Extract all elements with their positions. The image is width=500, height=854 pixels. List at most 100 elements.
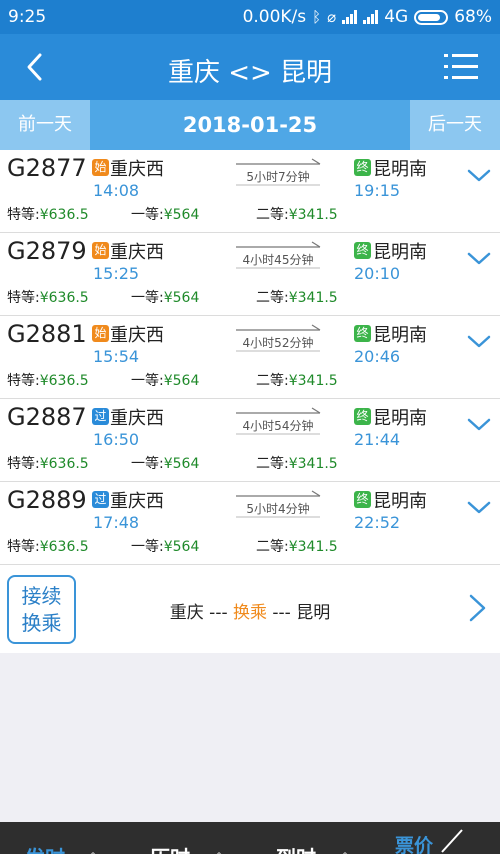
price-label: 二等: — [256, 539, 289, 555]
nav-bar: 重庆 <> 昆明 — [0, 34, 500, 100]
depart-station: 重庆西 — [110, 242, 164, 263]
duration-text: 5小时7分钟 — [246, 170, 310, 184]
battery-level: 68% — [454, 7, 492, 27]
sort-caret-icon: ⌃ — [214, 850, 224, 854]
arrive-time: 19:15 — [354, 181, 401, 200]
price-label: 一等: — [131, 290, 164, 306]
chevron-down-icon[interactable] — [466, 498, 492, 518]
terminal-tag: 终 — [354, 408, 371, 425]
selected-date[interactable]: 2018-01-25 — [90, 100, 410, 150]
price-label: 特等: — [7, 456, 40, 472]
train-row[interactable]: G2877 始重庆西 14:08 5小时7分钟 终昆明南 19:15 特等:¥636.5 一等… — [0, 150, 500, 233]
sort-depart-button[interactable]: 发时 — [25, 842, 65, 854]
price-label: 二等: — [256, 290, 289, 306]
price-label: 二等: — [256, 456, 289, 472]
price-label: 特等: — [7, 373, 40, 389]
price-value: ¥564 — [163, 207, 200, 223]
depart-station: 重庆西 — [110, 408, 164, 429]
business-class-price: 特等:¥636.5 — [7, 204, 89, 224]
price-value: ¥341.5 — [288, 539, 338, 555]
price-label: 二等: — [256, 207, 289, 223]
bluetooth-icon: ᛒ — [312, 8, 322, 26]
sort-price-button[interactable]: 票价 — [395, 831, 433, 854]
duration-indicator: 5小时7分钟 — [232, 156, 324, 186]
next-day-button[interactable]: 后一天 — [410, 100, 500, 150]
price-value: ¥341.5 — [288, 373, 338, 389]
origin-tag: 过 — [92, 491, 109, 508]
second-class-price: 二等:¥341.5 — [256, 370, 338, 390]
arrive-station: 昆明南 — [373, 159, 427, 180]
duration-text: 4小时54分钟 — [242, 419, 314, 433]
terminal-tag: 终 — [354, 159, 371, 176]
price-value: ¥636.5 — [39, 539, 89, 555]
sort-caret-icon: ⌃ — [88, 850, 98, 854]
arrive-time: 20:46 — [354, 347, 401, 366]
price-label: 一等: — [131, 207, 164, 223]
arrive-time: 22:52 — [354, 513, 401, 532]
vibrate-icon: ⌀ — [327, 8, 337, 26]
depart-station: 重庆西 — [110, 159, 164, 180]
price-label: 一等: — [131, 373, 164, 389]
duration-indicator: 4小时54分钟 — [232, 405, 324, 435]
train-row[interactable]: G2889 过重庆西 17:48 5小时4分钟 终昆明南 22:52 特等:¥636.5 一等… — [0, 482, 500, 565]
terminal-tag: 终 — [354, 491, 371, 508]
list-menu-icon[interactable] — [444, 51, 478, 83]
train-number: G2887 — [7, 403, 87, 431]
arrive-time: 20:10 — [354, 264, 401, 283]
depart-time: 14:08 — [93, 181, 140, 200]
chevron-down-icon[interactable] — [466, 332, 492, 352]
train-list: G2877 始重庆西 14:08 5小时7分钟终昆明南 19:15 特等:¥636.5 一等… — [0, 150, 500, 653]
first-class-price: 一等:¥564 — [131, 370, 199, 390]
prev-day-button[interactable]: 前一天 — [0, 100, 90, 150]
status-indicators: 0.00K/s ᛒ ⌀ 4G 68% — [243, 7, 492, 27]
status-bar: 9:25 0.00K/s ᛒ ⌀ 4G 68% — [0, 0, 500, 34]
route-separator: --- — [267, 603, 297, 623]
train-number: G2881 — [7, 320, 87, 348]
signal-icon — [363, 10, 379, 24]
business-class-price: 特等:¥636.5 — [7, 536, 89, 556]
arrive-station: 昆明南 — [373, 408, 427, 429]
route-separator: --- — [203, 603, 233, 623]
price-label: 二等: — [256, 373, 289, 389]
sort-caret-icon: ⌃ — [340, 850, 350, 854]
train-number: G2877 — [7, 154, 87, 182]
chevron-down-icon[interactable] — [466, 249, 492, 269]
duration-text: 4小时52分钟 — [242, 336, 314, 350]
sort-duration-button[interactable]: 历时 — [150, 842, 190, 854]
price-value: ¥636.5 — [39, 373, 89, 389]
slash-divider-icon — [441, 829, 463, 853]
sort-bar: 发时 ⌃ 历时 ⌃ 到时 ⌃ 票价 — [0, 822, 500, 854]
signal-icon — [342, 10, 358, 24]
duration-indicator: 4小时45分钟 — [232, 239, 324, 269]
train-row[interactable]: G2879 始重庆西 15:25 4小时45分钟 终昆明南 20:10 特等:¥636.5 一… — [0, 233, 500, 316]
price-label: 特等: — [7, 539, 40, 555]
first-class-price: 一等:¥564 — [131, 536, 199, 556]
chevron-right-icon[interactable] — [466, 593, 488, 623]
chevron-down-icon[interactable] — [466, 415, 492, 435]
route-transfer: 换乘 — [233, 603, 267, 623]
route-from: 重庆 — [169, 603, 204, 623]
duration-text: 4小时45分钟 — [242, 253, 314, 267]
train-row[interactable]: G2887 过重庆西 16:50 4小时54分钟 终昆明南 21:44 特等:¥636.5 一… — [0, 399, 500, 482]
price-label: 特等: — [7, 207, 40, 223]
train-number: G2889 — [7, 486, 87, 514]
price-value: ¥341.5 — [288, 456, 338, 472]
train-row[interactable]: G2881 始重庆西 15:54 4小时52分钟 终昆明南 20:46 特等:¥636.5 一… — [0, 316, 500, 399]
price-label: 特等: — [7, 290, 40, 306]
transfer-route[interactable]: 重庆 --- 换乘 --- 昆明 — [0, 598, 500, 623]
battery-icon — [414, 9, 449, 25]
price-value: ¥564 — [163, 539, 200, 555]
price-value: ¥341.5 — [288, 207, 338, 223]
business-class-price: 特等:¥636.5 — [7, 287, 89, 307]
transfer-row: 接续 换乘 重庆 --- 换乘 --- 昆明 — [0, 565, 500, 653]
price-value: ¥341.5 — [288, 290, 338, 306]
second-class-price: 二等:¥341.5 — [256, 204, 338, 224]
duration-indicator: 5小时4分钟 — [232, 488, 324, 518]
first-class-price: 一等:¥564 — [131, 453, 199, 473]
origin-tag: 过 — [92, 408, 109, 425]
sort-arrive-button[interactable]: 到时 — [276, 842, 316, 854]
arrive-time: 21:44 — [354, 430, 401, 449]
chevron-down-icon[interactable] — [466, 166, 492, 186]
page-title: 重庆 <> 昆明 — [167, 58, 333, 88]
network-type: 4G — [384, 7, 409, 27]
